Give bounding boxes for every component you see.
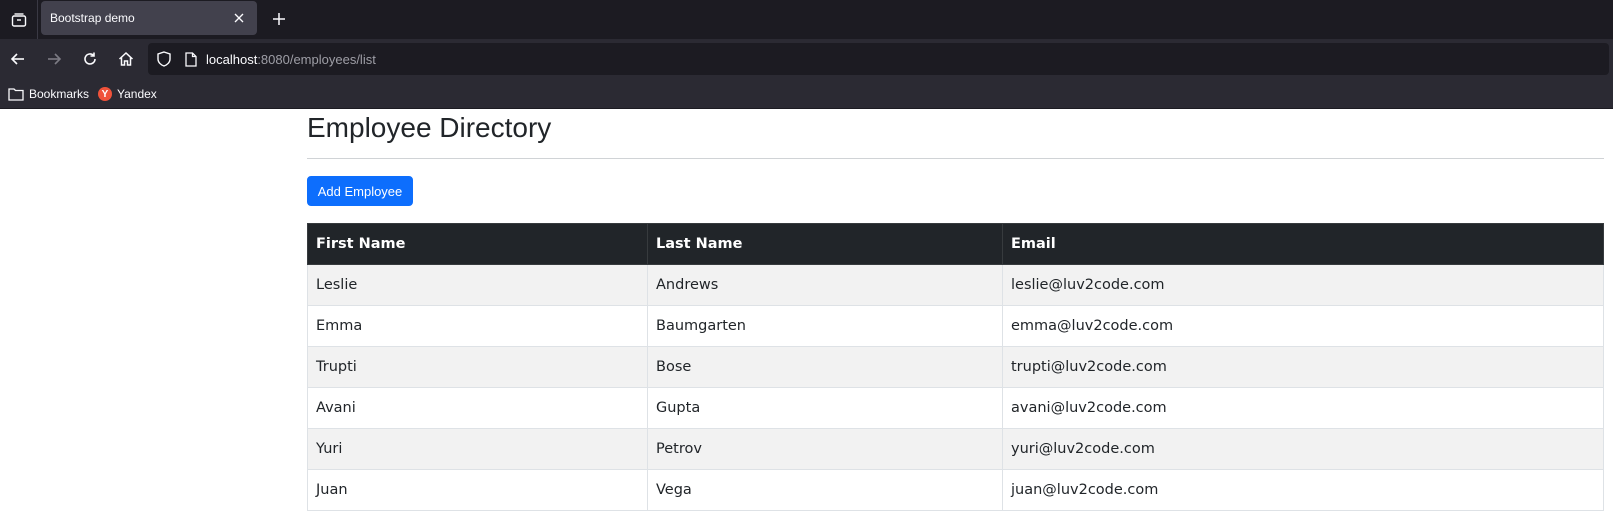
- cell-first-name: Emma: [307, 305, 648, 347]
- table-row: Trupti Bose trupti@luv2code.com: [307, 346, 1604, 388]
- yandex-favicon: Y: [98, 87, 112, 101]
- tab-strip: Bootstrap demo: [0, 0, 1613, 39]
- cell-email: leslie@luv2code.com: [1002, 264, 1604, 306]
- column-header-last-name[interactable]: Last Name: [647, 223, 1003, 265]
- tab-overview-icon: [11, 12, 26, 27]
- table-row: Juan Vega juan@luv2code.com: [307, 469, 1604, 511]
- tab-overview-button[interactable]: [0, 0, 38, 39]
- page-icon: [185, 51, 197, 67]
- table-row: Avani Gupta avani@luv2code.com: [307, 387, 1604, 429]
- back-button[interactable]: [3, 44, 33, 74]
- column-header-first-name[interactable]: First Name: [307, 223, 648, 265]
- cell-last-name: Andrews: [647, 264, 1003, 306]
- bookmarks-toolbar: Bookmarks Y Yandex: [0, 79, 1613, 109]
- cell-email: yuri@luv2code.com: [1002, 428, 1604, 470]
- back-arrow-icon: [10, 53, 24, 65]
- cell-email: emma@luv2code.com: [1002, 305, 1604, 347]
- navigation-toolbar: localhost:8080/employees/list: [0, 39, 1613, 79]
- cell-last-name: Gupta: [647, 387, 1003, 429]
- employee-table: First Name Last Name Email Leslie Andrew…: [307, 223, 1604, 511]
- new-tab-button[interactable]: [265, 5, 293, 33]
- site-info-button[interactable]: [180, 48, 202, 70]
- home-icon: [118, 51, 134, 66]
- home-button[interactable]: [111, 44, 141, 74]
- cell-email: trupti@luv2code.com: [1002, 346, 1604, 388]
- page-content: Employee Directory Add Employee First Na…: [0, 109, 1613, 525]
- table-row: Yuri Petrov yuri@luv2code.com: [307, 428, 1604, 470]
- page-title: Employee Directory: [307, 112, 552, 143]
- reload-icon: [84, 52, 96, 65]
- bookmark-bookmarks-folder[interactable]: Bookmarks: [8, 84, 89, 104]
- tab-title: Bootstrap demo: [50, 11, 135, 25]
- cell-first-name: Juan: [307, 469, 648, 511]
- title-divider: [307, 158, 1604, 159]
- cell-last-name: Vega: [647, 469, 1003, 511]
- table-row: Leslie Andrews leslie@luv2code.com: [307, 264, 1604, 306]
- bookmark-yandex[interactable]: Y Yandex: [98, 84, 157, 104]
- folder-icon: [8, 88, 24, 101]
- tracking-protection-button[interactable]: [153, 48, 175, 70]
- tab-bootstrap-demo[interactable]: Bootstrap demo: [41, 1, 257, 35]
- cell-last-name: Petrov: [647, 428, 1003, 470]
- cell-first-name: Leslie: [307, 264, 648, 306]
- cell-email: avani@luv2code.com: [1002, 387, 1604, 429]
- cell-first-name: Yuri: [307, 428, 648, 470]
- shield-icon: [157, 51, 171, 67]
- url-bar[interactable]: localhost:8080/employees/list: [148, 43, 1609, 75]
- table-row: Emma Baumgarten emma@luv2code.com: [307, 305, 1604, 347]
- forward-arrow-icon: [48, 53, 62, 65]
- reload-button[interactable]: [75, 44, 105, 74]
- add-employee-button[interactable]: Add Employee: [307, 176, 413, 206]
- table-header-row: First Name Last Name Email: [307, 223, 1604, 265]
- cell-last-name: Baumgarten: [647, 305, 1003, 347]
- column-header-email[interactable]: Email: [1002, 223, 1604, 265]
- bookmark-label: Bookmarks: [29, 87, 90, 101]
- cell-last-name: Bose: [647, 346, 1003, 388]
- cell-first-name: Avani: [307, 387, 648, 429]
- tab-close-button[interactable]: [227, 6, 251, 30]
- bookmark-label: Yandex: [117, 87, 157, 101]
- url-host: localhost: [206, 52, 258, 67]
- close-icon: [234, 13, 244, 23]
- forward-button[interactable]: [39, 44, 69, 74]
- plus-icon: [273, 13, 285, 25]
- cell-first-name: Trupti: [307, 346, 648, 388]
- url-path: :8080/employees/list: [257, 52, 376, 67]
- url-text[interactable]: localhost:8080/employees/list: [206, 52, 376, 67]
- cell-email: juan@luv2code.com: [1002, 469, 1604, 511]
